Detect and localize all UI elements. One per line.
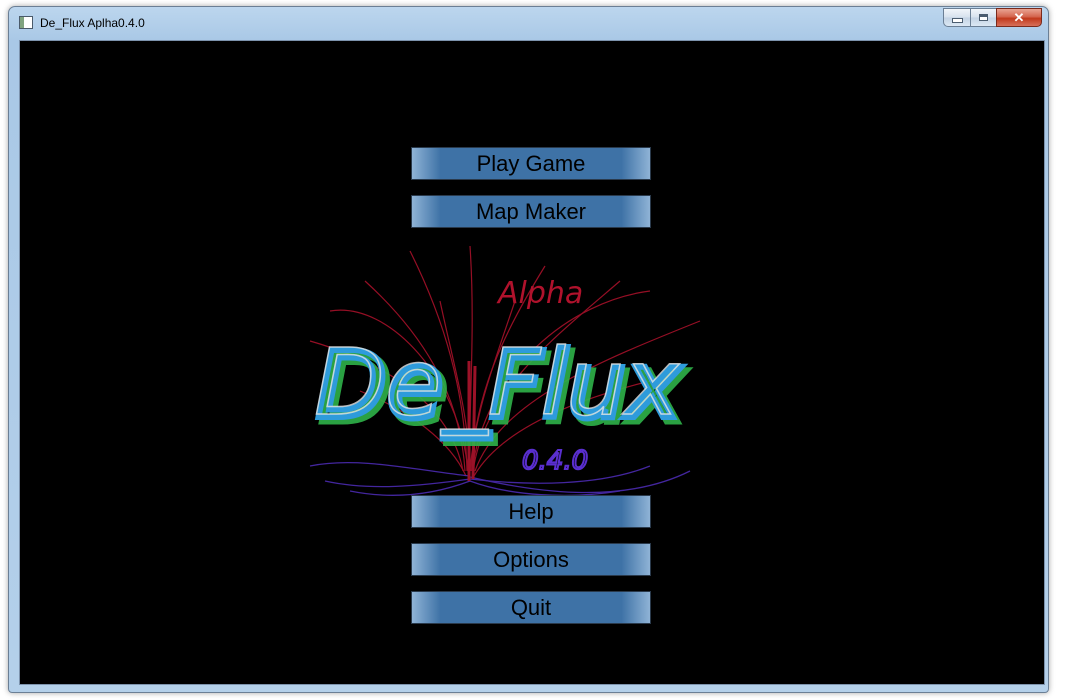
logo-purple-roots [309,461,691,496]
title-bar[interactable]: De_Flux Aplha0.4.0 ✕ [9,7,1048,39]
map-maker-button[interactable]: Map Maker [411,195,651,228]
options-button[interactable]: Options [411,543,651,576]
logo-version: 0.4.0 [522,446,588,476]
app-icon [19,16,33,29]
maximize-icon [979,14,988,21]
play-game-button[interactable]: Play Game [411,147,651,180]
window-title: De_Flux Aplha0.4.0 [40,16,145,30]
quit-button[interactable]: Quit [411,591,651,624]
logo-main-highlight: De_Flux [314,329,680,436]
caption-buttons: ✕ [943,8,1042,28]
minimize-icon [951,18,963,23]
logo-alpha-tag: Alpha [496,276,583,311]
de-flux-logo: Alpha De_Flux De_Flux De_Flux 0.4.0 [270,241,790,501]
game-window: De_Flux Aplha0.4.0 ✕ Play Game Map Maker [8,6,1049,693]
close-button[interactable]: ✕ [996,8,1042,27]
help-button[interactable]: Help [411,495,651,528]
logo-art: Alpha De_Flux De_Flux De_Flux 0.4.0 [309,245,701,496]
close-icon: ✕ [1013,9,1025,25]
game-canvas: Play Game Map Maker Alpha De_Flux De_Flu… [19,40,1045,685]
minimize-button[interactable] [943,8,970,27]
maximize-button[interactable] [970,8,996,27]
